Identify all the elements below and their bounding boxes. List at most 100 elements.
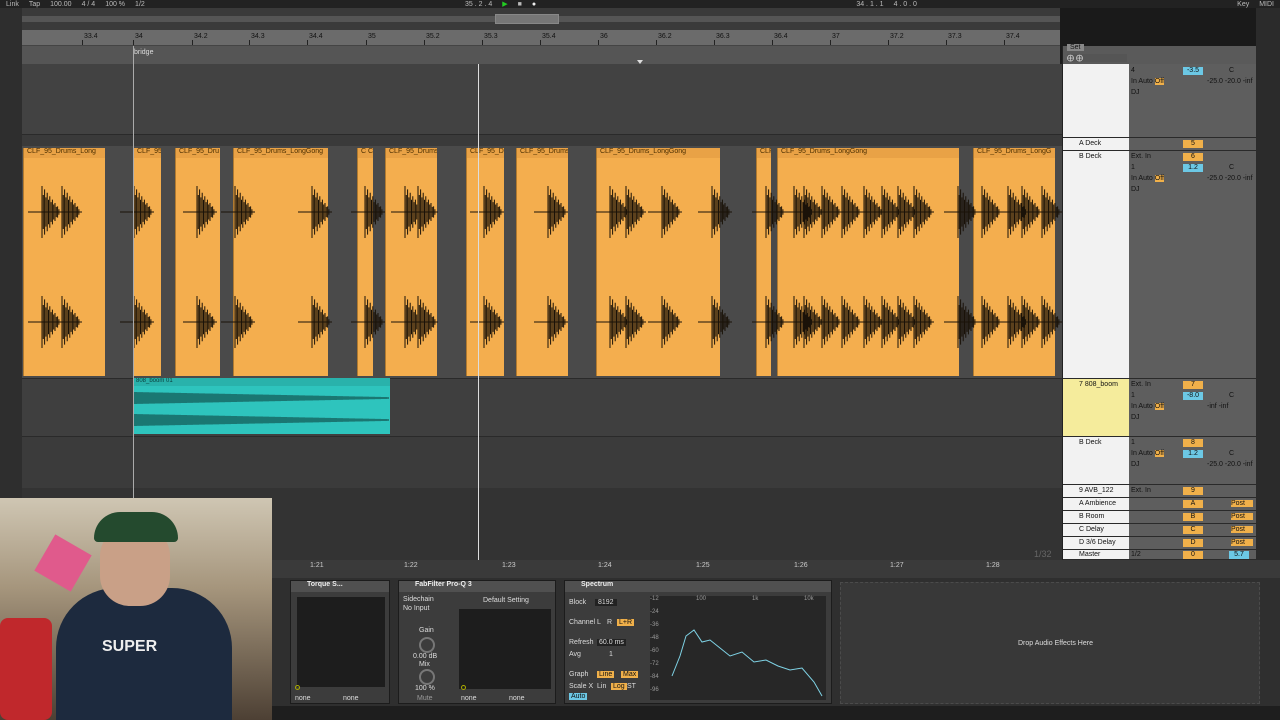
return-track-ambience[interactable]: A Ambience A Post [1063,498,1257,511]
arrangement-overview[interactable] [22,8,1060,30]
track-number[interactable]: A [1183,500,1203,508]
record-button[interactable]: ● [532,1,536,8]
scale-st[interactable]: ST [627,683,636,690]
track-name[interactable]: 9 AVB_122 [1067,487,1129,494]
mixer-track-b-deck[interactable]: B Deck Ext. In 1 In Auto Off DJ 6 1.2 C … [1063,151,1257,379]
block-select[interactable]: 8192 [595,599,617,606]
scale-lin[interactable]: Lin [597,683,606,690]
track-volume[interactable]: 1.2 [1183,450,1203,458]
refresh-value[interactable]: 60.0 ms [597,639,626,646]
graph-line[interactable]: Line [597,671,615,678]
graph-max[interactable]: Max [621,671,639,678]
overview-selection[interactable] [495,14,559,24]
track-name[interactable]: 7 808_boom [1067,381,1129,388]
midi-clip-808-boom[interactable]: 808_boom 01 [134,378,390,434]
track-name[interactable]: A Ambience [1067,500,1129,507]
track-lane-a-deck[interactable] [22,134,1062,146]
return-track-room[interactable]: B Room B Post [1063,511,1257,524]
add-icon[interactable]: ⨁ ⨁ [1067,54,1127,62]
master-output[interactable]: 1/2 [1131,551,1181,558]
track-name[interactable]: C Delay [1067,526,1129,533]
track-number[interactable]: 5 [1183,140,1203,148]
post-button[interactable]: Post [1231,513,1253,520]
sidechain-input[interactable]: No Input [403,605,429,612]
tap-button[interactable]: Tap [29,1,40,8]
locator-bar[interactable]: bridge [22,46,1060,64]
track-name[interactable]: B Deck [1067,439,1129,446]
post-button[interactable]: Post [1231,500,1253,507]
monitor-buttons[interactable]: In Auto Off [1131,403,1181,410]
scale-log[interactable]: Log [611,683,627,690]
track-lane-1[interactable] [22,64,1062,134]
track-name[interactable]: Master [1067,551,1129,558]
device-fabfilter[interactable]: FabFilter Pro-Q 3 Sidechain No Input Def… [398,580,556,704]
gain-value[interactable]: 0.00 dB [413,653,437,660]
input-channel[interactable]: 1 [1131,164,1181,171]
gain-knob[interactable] [419,637,435,653]
device-title[interactable]: Spectrum [565,581,831,592]
tempo-field[interactable]: 100.00 [50,1,71,8]
channel-l[interactable]: L [597,619,601,626]
sidechain-select[interactable]: none [295,695,311,702]
track-number[interactable]: C [1183,526,1203,534]
mix-knob[interactable] [419,669,435,685]
master-volume[interactable]: 5.7 [1229,551,1249,559]
song-position[interactable]: 35 . 2 . 4 [465,1,492,8]
mixer-track-808-boom[interactable]: 7 808_boom Ext. In 1 In Auto Off DJ 7 -8… [1063,379,1257,437]
time-signature[interactable]: 4 / 4 [82,1,96,8]
beat-ruler[interactable]: 33.4 34 34.2 34.3 34.4 35 35.2 35.3 35.4 36 36.2 36… [22,30,1060,46]
track-name[interactable]: D 3/6 Delay [1067,539,1129,546]
sidechain-select[interactable]: none [343,695,359,702]
return-track-delay[interactable]: C Delay C Post [1063,524,1257,537]
monitor-buttons[interactable]: In Auto Off [1131,175,1181,182]
right-scroll-strip[interactable] [1256,8,1280,560]
track-number[interactable]: 0 [1183,551,1203,559]
post-button[interactable]: Post [1231,526,1253,533]
input-type[interactable]: Ext. In [1131,153,1181,160]
sidechain-select[interactable]: none [509,695,525,702]
post-button[interactable]: Post [1231,539,1253,546]
input-channel[interactable]: 1 [1131,439,1181,446]
loop-length[interactable]: 4 . 0 . 0 [894,1,917,8]
mixer-track-b-deck-2[interactable]: B Deck 1 In Auto Off DJ 8 1.2 C -25.0 -2… [1063,437,1257,485]
mute-button[interactable]: Mute [417,695,433,702]
device-title[interactable]: FabFilter Pro-Q 3 [399,581,555,592]
device-title[interactable]: Torque S... [291,581,389,592]
avg-value[interactable]: 1 [609,651,613,658]
mixer-track-avb[interactable]: 9 AVB_122 Ext. In 9 [1063,485,1257,498]
set-button[interactable]: Set [1067,44,1084,51]
device-drop-zone[interactable]: Drop Audio Effects Here [840,582,1260,704]
track-number[interactable]: 6 [1183,153,1203,161]
input-type[interactable]: Ext. In [1131,381,1181,388]
auto-button[interactable]: Auto [569,693,588,700]
track-lane-b-deck-2[interactable] [22,436,1062,488]
track-name[interactable]: A Deck [1067,140,1129,147]
device-torque[interactable]: Torque S... none none [290,580,390,704]
track-volume[interactable]: 1.2 [1183,164,1203,172]
midi-map-button[interactable]: MIDI [1259,1,1274,8]
track-name[interactable]: B Room [1067,513,1129,520]
stop-button[interactable]: ■ [518,1,522,8]
sidechain-select[interactable]: none [461,695,477,702]
monitor-buttons[interactable]: In Auto Off [1131,78,1181,85]
input-channel[interactable]: 1 [1131,392,1181,399]
track-number[interactable]: 9 [1183,487,1203,495]
channel-r[interactable]: R [607,619,612,626]
input-type[interactable]: Ext. In [1131,487,1181,494]
key-map-button[interactable]: Key [1237,1,1249,8]
loop-start[interactable]: 34 . 1 . 1 [856,1,883,8]
track-number[interactable]: B [1183,513,1203,521]
track-io[interactable]: 4 [1131,67,1181,74]
master-track[interactable]: Master 1/2 0 5.7 [1063,550,1257,560]
track-name[interactable]: B Deck [1067,153,1129,160]
preset-name[interactable]: Default Setting [483,597,529,604]
playhead[interactable] [478,64,479,560]
mixer-track-a-deck[interactable]: A Deck 5 [1063,138,1257,151]
quantize-menu[interactable]: 1/2 [135,1,145,8]
play-button[interactable]: ▶ [502,0,507,8]
mixer-track-1[interactable]: 4 In Auto Off DJ -3.5 C -25.0 -20.0 -inf [1063,64,1257,138]
locator-bridge[interactable]: bridge [134,49,153,56]
mix-value[interactable]: 100 % [415,685,435,692]
track-number[interactable]: 8 [1183,439,1203,447]
link-button[interactable]: Link [6,1,19,8]
